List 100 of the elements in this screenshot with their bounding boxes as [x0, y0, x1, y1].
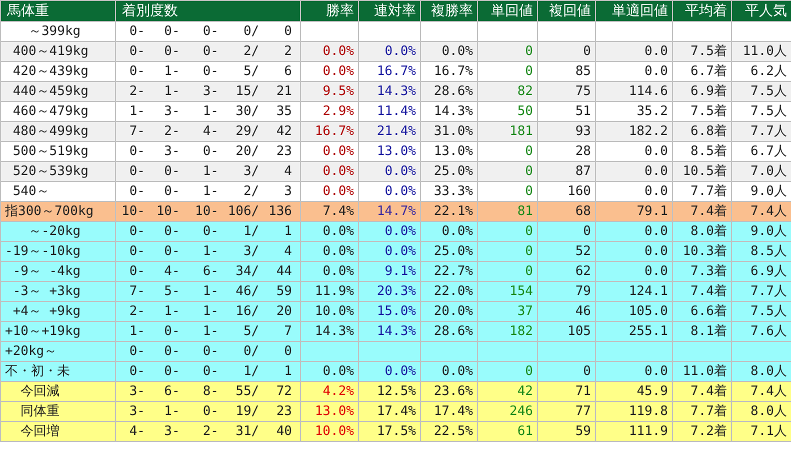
record-value: 0- [202, 142, 219, 160]
record-value: 1 [283, 362, 292, 380]
record-value: 0- [202, 362, 219, 380]
record-value: 0- [163, 342, 180, 360]
record-value: 2/ [242, 42, 260, 60]
record-value: 1- [163, 402, 180, 420]
record-value: 1- [202, 162, 219, 180]
record-value: 1- [202, 322, 219, 340]
record-value: 55/ [234, 382, 260, 400]
record-value: 35 [275, 102, 292, 120]
record-value: 0- [128, 242, 146, 260]
record-value: 1- [202, 302, 219, 320]
record-value: 0- [128, 142, 146, 160]
record-value: 59 [275, 282, 292, 300]
record-value: 23 [275, 402, 292, 420]
record-value: 3/ [242, 242, 260, 260]
record-value: 10- [120, 202, 146, 220]
column-header: 馬体重 [0, 0, 116, 22]
record-value: 29/ [234, 122, 260, 140]
record-value: 7- [128, 282, 146, 300]
record-value: 2- [128, 82, 146, 100]
record-value: 0- [128, 342, 146, 360]
record-value: 3- [163, 102, 180, 120]
record-value: 0- [128, 362, 146, 380]
record-value: 21 [275, 82, 292, 100]
record-value: 0- [163, 182, 180, 200]
record-value: 10- [155, 202, 180, 220]
record-value: 1- [202, 242, 219, 260]
record-value: 23 [275, 142, 292, 160]
record-value: 5/ [242, 322, 260, 340]
record-value: 3- [202, 82, 219, 100]
table-cell: 17.5% [358, 422, 420, 442]
table-cell: 10.0% [300, 422, 358, 442]
record-value: 44 [275, 262, 292, 280]
record-value: 0- [128, 42, 146, 60]
record-value: 4- [202, 122, 219, 140]
record-value: 0- [128, 62, 146, 80]
record-value: 136 [268, 202, 292, 220]
record-value: 0- [128, 22, 146, 40]
record-value: 1- [128, 102, 146, 120]
record-value: 0- [128, 182, 146, 200]
column-header: 着別度数 [116, 0, 300, 22]
record-value: 0- [202, 342, 219, 360]
record-value: 31/ [234, 422, 260, 440]
record-value: 0- [128, 162, 146, 180]
record-value: 0- [128, 262, 146, 280]
record-value: 4 [283, 242, 292, 260]
record-value: 19/ [234, 402, 260, 420]
record-value: 7- [128, 122, 146, 140]
record-value: 0- [163, 322, 180, 340]
record-value: 5/ [242, 62, 260, 80]
record-value: 1- [163, 82, 180, 100]
record-value: 3- [163, 142, 180, 160]
record-value: 106/ [226, 202, 260, 220]
record-value: 1- [202, 282, 219, 300]
record-value: 40 [275, 422, 292, 440]
record-value: 0 [283, 342, 292, 360]
record-value: 6- [202, 262, 219, 280]
record-value: 0 [283, 22, 292, 40]
record-value: 4- [163, 262, 180, 280]
table-cell: 59 [538, 422, 596, 442]
table-cell: 今回増 [0, 422, 116, 442]
record-value: 0- [202, 22, 219, 40]
record-value: 72 [275, 382, 292, 400]
record-value: 1 [283, 222, 292, 240]
record-value: 20 [275, 302, 292, 320]
record-value: 0- [163, 22, 180, 40]
table-cell: 7.1人 [732, 422, 791, 442]
record-value: 1/ [242, 222, 260, 240]
record-value: 34/ [234, 262, 260, 280]
record-value: 0- [128, 222, 146, 240]
table-cell: 22.5% [420, 422, 478, 442]
record-value: 0- [163, 362, 180, 380]
record-value: 1- [163, 62, 180, 80]
record-value: 6 [283, 62, 292, 80]
record-value: 0- [202, 42, 219, 60]
record-value: 4- [128, 422, 146, 440]
table-cell: 111.9 [596, 422, 672, 442]
record-value: 1- [202, 102, 219, 120]
record-value: 2 [283, 42, 292, 60]
record-value: 0- [163, 222, 180, 240]
record-value: 42 [275, 122, 292, 140]
record-value: 0- [202, 402, 219, 420]
record-value: 7 [283, 322, 292, 340]
record-value: 1- [202, 182, 219, 200]
record-value: 3- [163, 422, 180, 440]
record-value: 3 [283, 182, 292, 200]
record-value: 0- [202, 222, 219, 240]
record-value: 15/ [234, 82, 260, 100]
record-value: 2- [128, 302, 146, 320]
record-value: 4 [283, 162, 292, 180]
record-value: 0/ [242, 342, 260, 360]
record-value: 2- [202, 422, 219, 440]
record-value: 2- [163, 122, 180, 140]
record-value: 8- [202, 382, 219, 400]
table-cell: 61 [478, 422, 538, 442]
record-value: 16/ [234, 302, 260, 320]
record-value: 0- [163, 162, 180, 180]
record-value: 30/ [234, 102, 260, 120]
record-value: 20/ [234, 142, 260, 160]
